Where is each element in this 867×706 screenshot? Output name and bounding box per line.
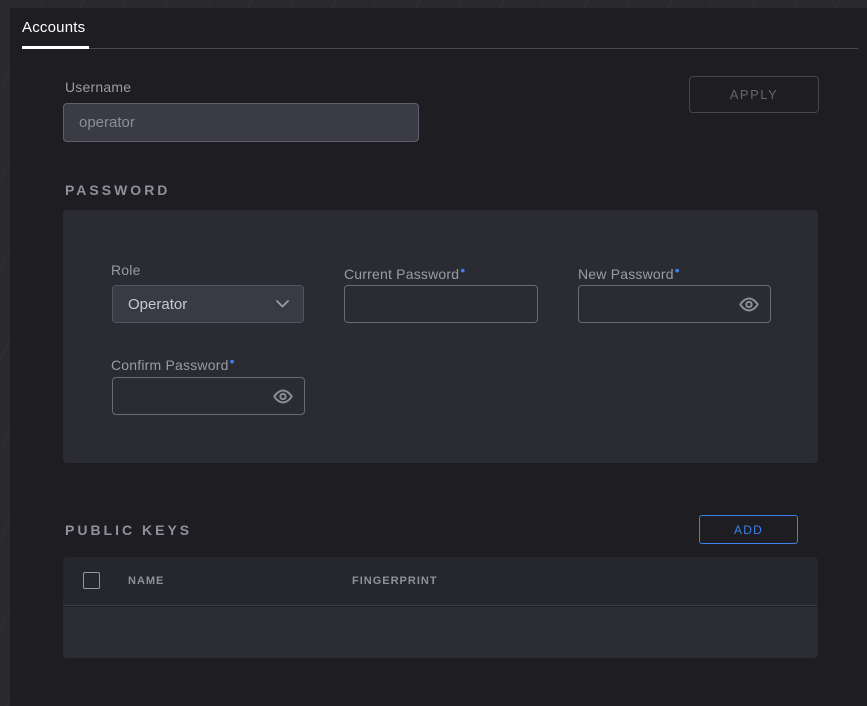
new-password-label: New Password•: [578, 262, 680, 282]
username-label: Username: [65, 79, 131, 95]
required-marker: •: [675, 262, 680, 278]
confirm-password-field-wrap: [112, 377, 305, 415]
select-all-checkbox[interactable]: [83, 572, 100, 589]
confirm-password-label: Confirm Password•: [111, 353, 235, 373]
tab-bar-divider: [22, 48, 858, 49]
role-label: Role: [111, 262, 141, 278]
public-keys-table-body-empty: [63, 607, 818, 658]
show-password-eye-icon[interactable]: [271, 387, 295, 405]
new-password-field-wrap: [578, 285, 771, 323]
current-password-label-text: Current Password: [344, 266, 459, 282]
username-input[interactable]: [63, 103, 419, 142]
role-selected-value: Operator: [128, 296, 187, 313]
column-header-name: NAME: [128, 575, 164, 587]
public-keys-section-heading: PUBLIC KEYS: [65, 522, 192, 538]
tab-accounts[interactable]: Accounts: [22, 19, 85, 36]
role-select[interactable]: Operator: [112, 285, 304, 323]
required-marker: •: [460, 262, 465, 278]
current-password-label: Current Password•: [344, 262, 465, 282]
password-section-heading: PASSWORD: [65, 182, 170, 198]
current-password-field-wrap: [344, 285, 538, 323]
required-marker: •: [230, 353, 235, 369]
accounts-settings-screen: Accounts Username APPLY PASSWORD Role Op…: [0, 0, 867, 706]
confirm-password-label-text: Confirm Password: [111, 357, 229, 373]
chevron-down-icon: [276, 300, 289, 308]
public-keys-table-header: [63, 557, 818, 606]
column-header-fingerprint: FINGERPRINT: [352, 575, 438, 587]
active-tab-indicator: [22, 46, 89, 49]
password-panel: [63, 210, 818, 463]
add-public-key-button[interactable]: ADD: [699, 515, 798, 544]
apply-button[interactable]: APPLY: [689, 76, 819, 113]
new-password-label-text: New Password: [578, 266, 674, 282]
show-password-eye-icon[interactable]: [737, 295, 761, 313]
current-password-input[interactable]: [344, 285, 538, 323]
